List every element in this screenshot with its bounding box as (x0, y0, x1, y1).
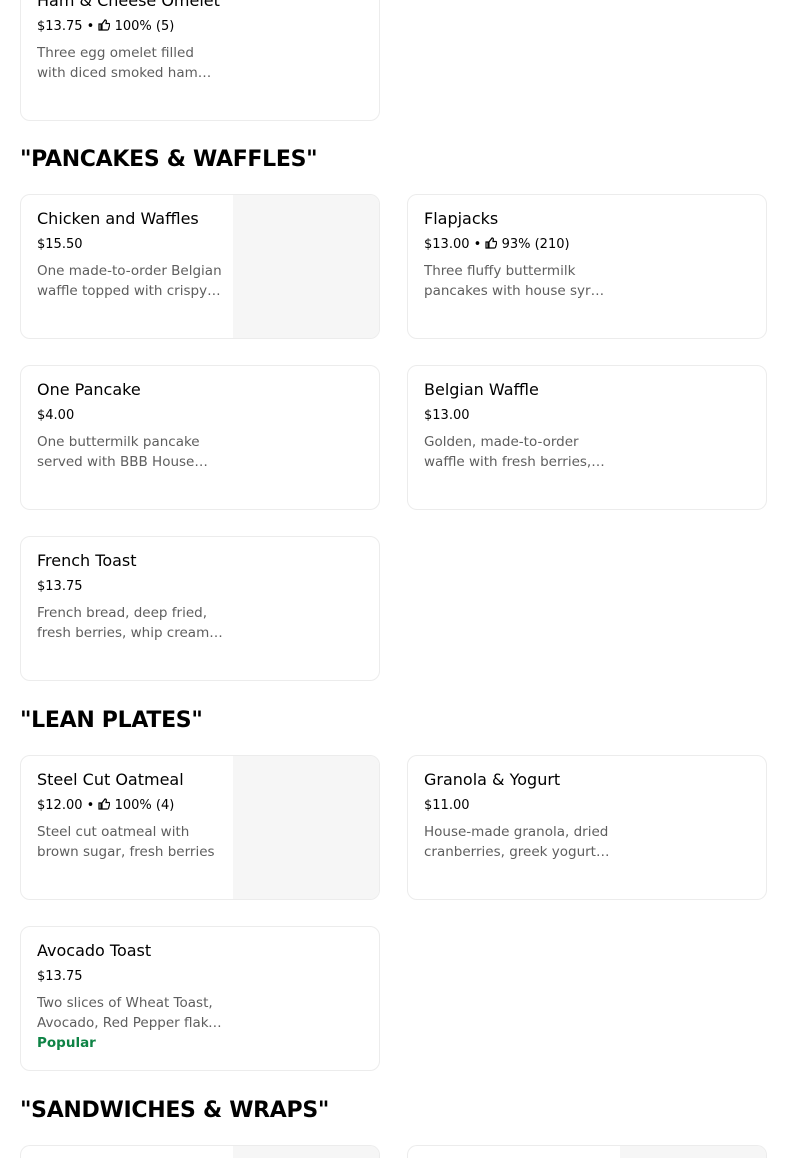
item-name: French Toast (37, 551, 137, 570)
item-meta: $11.00 (424, 798, 470, 813)
item-description: Three fluffy buttermilk pancakes with ho… (424, 263, 608, 299)
item-meta: $12.00 • 100% (4) (37, 798, 175, 813)
item-rating: 93% (210) (501, 237, 570, 252)
menu-item-card[interactable]: French Toast $13.75 French bread, deep f… (20, 536, 380, 681)
item-description: House-made granola, dried cranberries, g… (424, 824, 609, 860)
item-image (233, 756, 379, 899)
item-price: $12.00 (37, 798, 83, 813)
section-title-pancakes-waffles: "PANCAKES & WAFFLES" (20, 147, 318, 172)
item-description: French bread, deep fried, fresh berries,… (37, 605, 214, 641)
item-image (620, 1146, 766, 1158)
item-description: Golden, made-to-order waffle with fresh … (424, 434, 592, 470)
item-meta: $13.00 • 93% (210) (424, 237, 570, 252)
item-price: $4.00 (37, 408, 75, 423)
menu-item-card[interactable]: Avocado Toast $13.75 Two slices of Wheat… (20, 926, 380, 1071)
item-meta: $13.75 (37, 579, 83, 594)
item-price: $15.50 (37, 237, 83, 252)
item-price: $13.75 (37, 969, 83, 984)
item-price: $11.00 (424, 798, 470, 813)
menu-item-card[interactable] (407, 1145, 767, 1158)
item-image (233, 1146, 379, 1158)
item-name: Belgian Waffle (424, 380, 539, 399)
item-name: Avocado Toast (37, 941, 152, 960)
item-meta: $4.00 (37, 408, 74, 423)
item-description: One buttermilk pancake served with BBB H… (37, 434, 200, 470)
item-description: Three egg omelet filled with diced smoke… (37, 45, 198, 81)
thumbs-up-icon (98, 19, 111, 31)
menu-item-card[interactable]: Ham & Cheese Omelet $13.75 • 100% (5) Th… (20, 0, 380, 121)
menu-item-card[interactable]: Flapjacks $13.00 • 93% (210) Three fluff… (407, 194, 767, 339)
item-name: Ham & Cheese Omelet (37, 0, 220, 10)
menu-item-card[interactable]: Chicken and Waffles $15.50 One made-to-o… (20, 194, 380, 339)
thumbs-up-icon (98, 798, 111, 810)
item-name: Granola & Yogurt (424, 770, 561, 789)
section-title-lean-plates: "LEAN PLATES" (20, 708, 203, 733)
item-price: $13.00 (424, 237, 470, 252)
menu-item-card[interactable]: Steel Cut Oatmeal $12.00 • 100% (4) Stee… (20, 755, 380, 900)
thumbs-up-icon (485, 237, 498, 249)
item-rating: 100% (5) (114, 19, 175, 34)
menu-item-card[interactable]: One Pancake $4.00 One buttermilk pancake… (20, 365, 380, 510)
item-name: Steel Cut Oatmeal (37, 770, 184, 789)
item-description: Steel cut oatmeal with brown sugar, fres… (37, 824, 215, 860)
item-description: Two slices of Wheat Toast, Avocado, Red … (37, 995, 221, 1031)
item-meta: $13.00 (424, 408, 470, 423)
item-image (233, 195, 379, 338)
menu-item-card[interactable]: Belgian Waffle $13.00 Golden, made-to-or… (407, 365, 767, 510)
item-rating: 100% (4) (114, 798, 175, 813)
item-price: $13.75 (37, 19, 83, 34)
item-name: Flapjacks (424, 209, 499, 228)
item-description: One made-to-order Belgian waffle topped … (37, 263, 222, 299)
item-meta: $13.75 (37, 969, 83, 984)
menu-item-card[interactable]: Granola & Yogurt $11.00 House-made grano… (407, 755, 767, 900)
item-name: Chicken and Waffles (37, 209, 199, 228)
item-meta: $13.75 • 100% (5) (37, 19, 175, 34)
item-price: $13.75 (37, 579, 83, 594)
section-title-sandwiches-wraps: "SANDWICHES & WRAPS" (20, 1098, 330, 1123)
item-name: One Pancake (37, 380, 141, 399)
popular-badge: Popular (37, 1035, 96, 1051)
menu-item-card[interactable] (20, 1145, 380, 1158)
item-meta: $15.50 (37, 237, 83, 252)
item-price: $13.00 (424, 408, 470, 423)
